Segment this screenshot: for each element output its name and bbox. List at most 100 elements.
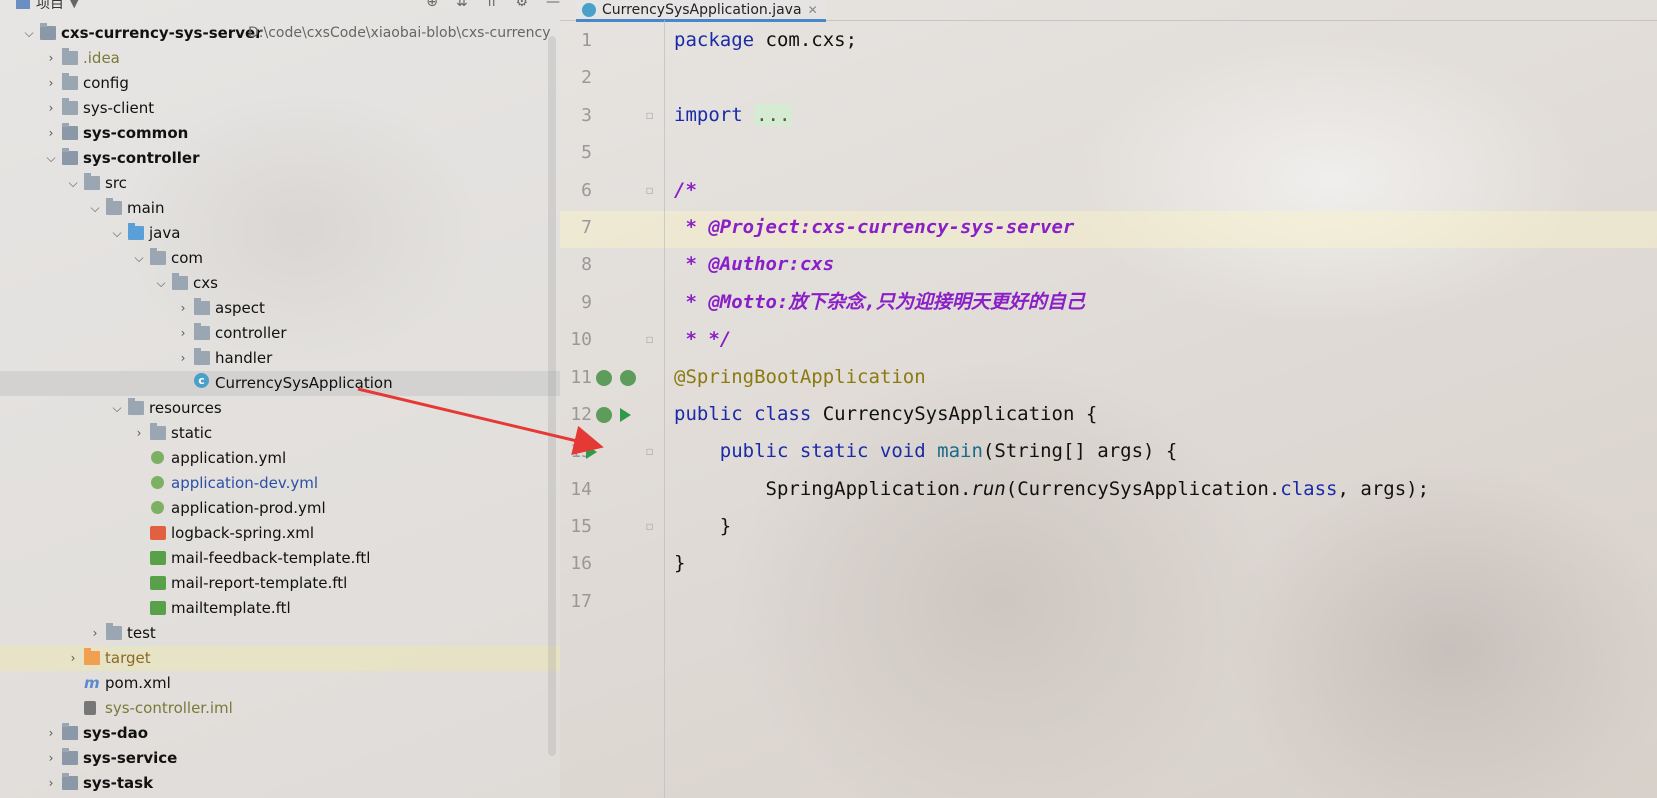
locate-icon[interactable]: ⊕ — [426, 0, 438, 10]
code-token: com.cxs; — [754, 29, 858, 51]
code-token: import — [674, 103, 743, 126]
tree-item[interactable]: › sys-dao — [0, 721, 560, 746]
tree-item[interactable]: ⌵ com — [0, 246, 560, 271]
module-icon — [62, 748, 78, 765]
tree-item[interactable]: › .idea — [0, 46, 560, 71]
fold-marker-icon[interactable]: ◻ — [646, 508, 653, 545]
chevron-down-icon[interactable]: ⌵ — [88, 196, 102, 221]
chevron-right-icon[interactable]: › — [44, 46, 58, 71]
tree-item[interactable]: CurrencySysApplication — [0, 371, 560, 396]
tree-item[interactable]: application-dev.yml — [0, 471, 560, 496]
code-token: , args); — [1337, 477, 1430, 500]
tree-item[interactable]: ⌵ cxs-currency-sys-server D:\code\cxsCode\… — [0, 21, 560, 46]
iml-file-icon — [84, 701, 96, 715]
line-number: 6 — [581, 179, 592, 201]
code-token: @SpringBootApplication — [674, 365, 926, 388]
run-icon[interactable] — [586, 445, 597, 460]
spring-bean-icon[interactable] — [596, 369, 612, 386]
collapse-all-icon[interactable]: ⇈ — [486, 0, 498, 10]
tree-item[interactable]: › target — [0, 646, 560, 671]
tree-item[interactable]: › sys-service — [0, 746, 560, 771]
fold-marker-icon[interactable]: ◻ — [646, 433, 653, 470]
minimize-icon[interactable]: — — [546, 0, 560, 10]
tree-item[interactable]: application.yml — [0, 446, 560, 471]
code-token: ... — [754, 103, 793, 126]
chevron-down-icon[interactable]: ⌵ — [22, 21, 36, 46]
chevron-down-icon[interactable]: ⌵ — [154, 271, 168, 296]
chevron-right-icon[interactable]: › — [88, 621, 102, 646]
code-text: } — [674, 508, 731, 545]
spring-bean-icon[interactable] — [620, 369, 636, 386]
code-token: class — [1280, 477, 1338, 500]
chevron-right-icon[interactable]: › — [44, 721, 58, 746]
tree-item[interactable]: › handler — [0, 346, 560, 371]
tree-item[interactable]: ⌵ sys-controller — [0, 146, 560, 171]
tree-item[interactable]: mail-report-template.ftl — [0, 571, 560, 596]
tree-item[interactable]: › test — [0, 621, 560, 646]
tree-item[interactable]: › sys-task — [0, 771, 560, 796]
tab-currency-sys-application[interactable]: CurrencySysApplication.java ✕ — [576, 0, 826, 22]
tree-item-label: .idea — [83, 49, 120, 67]
tree-item[interactable]: ⌵ src — [0, 171, 560, 196]
chevron-right-icon[interactable]: › — [176, 321, 190, 346]
chevron-right-icon[interactable]: › — [132, 421, 146, 446]
chevron-right-icon[interactable]: › — [176, 296, 190, 321]
tree-item[interactable]: m pom.xml — [0, 671, 560, 696]
folder-icon — [106, 623, 122, 640]
tree-item[interactable]: › sys-client — [0, 96, 560, 121]
code-token: * @Motto:放下杂念,只为迎接明天更好的自己 — [674, 290, 1085, 313]
code-text: @SpringBootApplication — [674, 359, 926, 396]
chevron-right-icon[interactable]: › — [44, 771, 58, 796]
project-panel-title-button[interactable]: 项目 ▼ — [16, 0, 78, 13]
chevron-down-icon[interactable]: ⌵ — [110, 221, 124, 246]
code-token: (String[] args) { — [982, 440, 1178, 463]
tree-item[interactable]: mailtemplate.ftl — [0, 596, 560, 621]
spring-bean-icon[interactable] — [596, 406, 612, 423]
tree-item[interactable]: application-prod.yml — [0, 496, 560, 521]
project-panel-title: 项目 — [36, 0, 64, 12]
tree-item[interactable]: mail-feedback-template.ftl — [0, 546, 560, 571]
tree-item-label: test — [127, 624, 156, 642]
gear-icon[interactable]: ⚙ — [515, 0, 528, 10]
chevron-down-icon[interactable]: ⌵ — [110, 396, 124, 421]
tree-item[interactable]: › aspect — [0, 296, 560, 321]
tree-item[interactable]: ⌵ resources — [0, 396, 560, 421]
chevron-right-icon[interactable]: › — [44, 96, 58, 121]
tree-item[interactable]: › controller — [0, 321, 560, 346]
close-icon[interactable]: ✕ — [808, 3, 818, 17]
chevron-right-icon[interactable]: › — [66, 646, 80, 671]
tree-item-label: handler — [215, 349, 273, 367]
tree-item[interactable]: sys-controller.iml — [0, 696, 560, 721]
chevron-right-icon[interactable]: › — [44, 121, 58, 146]
line-number: 5 — [581, 142, 592, 164]
chevron-down-icon[interactable]: ⌵ — [44, 146, 58, 171]
fold-marker-icon[interactable]: ◻ — [646, 97, 653, 134]
run-icon[interactable] — [620, 407, 631, 422]
chevron-down-icon[interactable]: ⌵ — [132, 246, 146, 271]
line-number: 12 — [570, 403, 592, 425]
tree-item-label: static — [171, 424, 213, 442]
tree-item[interactable]: ⌵ main — [0, 196, 560, 221]
tree-item[interactable]: ⌵ cxs — [0, 271, 560, 296]
vertical-scrollbar[interactable] — [548, 36, 556, 756]
project-path: D:\code\cxsCode\xiaobai-blob\cxs-currenc… — [248, 25, 551, 41]
fold-marker-icon[interactable]: ◻ — [646, 321, 653, 358]
chevron-right-icon[interactable]: › — [44, 71, 58, 96]
code-text: SpringApplication.run(CurrencySysApplica… — [674, 471, 1430, 508]
tree-item[interactable]: › static — [0, 421, 560, 446]
tree-item-label: sys-task — [83, 774, 154, 792]
tree-item[interactable]: logback-spring.xml — [0, 521, 560, 546]
tree-item-label: target — [105, 649, 151, 667]
tree-item[interactable]: ⌵ java — [0, 221, 560, 246]
maven-icon: m — [84, 674, 100, 692]
chevron-down-icon[interactable]: ⌵ — [66, 171, 80, 196]
fold-marker-icon[interactable]: ◻ — [646, 172, 653, 209]
code-editor[interactable]: CurrencySysApplication.java ✕ 1 package c… — [560, 0, 1657, 798]
tree-item-label: sys-dao — [83, 724, 149, 742]
tree-item-label: mailtemplate.ftl — [171, 599, 291, 617]
chevron-right-icon[interactable]: › — [176, 346, 190, 371]
chevron-right-icon[interactable]: › — [44, 746, 58, 771]
expand-all-icon[interactable]: ⇊ — [456, 0, 468, 10]
tree-item[interactable]: › sys-common — [0, 121, 560, 146]
tree-item[interactable]: › config — [0, 71, 560, 96]
